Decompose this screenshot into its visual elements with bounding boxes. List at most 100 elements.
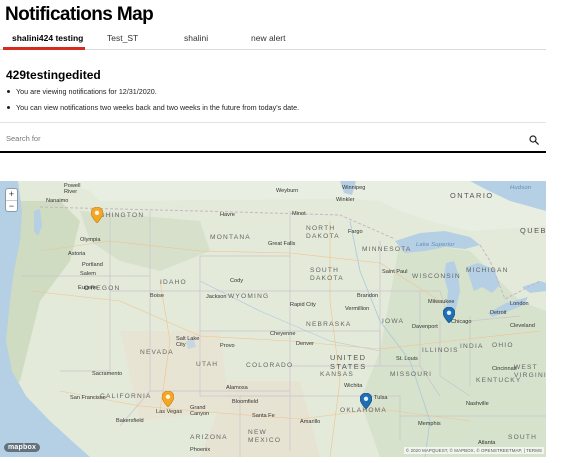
map-pin-las-vegas[interactable] <box>162 391 174 407</box>
info-item-date: You are viewing notifications for 12/31/… <box>6 87 299 96</box>
label-santa-fe: Santa Fe <box>252 413 275 419</box>
map-attribution[interactable]: © 2020 MAPQUEST, © MAPBOX, © OPENSTREETM… <box>403 447 544 454</box>
label-missouri: MISSOURI <box>390 371 433 378</box>
map-provider-logo: mapbox <box>4 443 41 452</box>
label-north-dakota: NORTH DAKOTA <box>306 225 340 240</box>
label-davenport: Davenport <box>412 324 438 330</box>
label-nebraska: NEBRASKA <box>306 321 352 328</box>
tab-bar: shalini424 testing Test_ST shalini new a… <box>0 30 546 50</box>
label-cincinnati: Cincinnati <box>492 366 517 372</box>
label-idaho: IDAHO <box>160 279 187 286</box>
label-astoria: Astoria <box>68 251 86 257</box>
section-heading: 429testingedited <box>6 68 101 82</box>
active-tab-indicator <box>3 47 85 50</box>
map-pin-seattle[interactable] <box>91 207 103 223</box>
search-input[interactable] <box>6 131 506 145</box>
label-provo: Provo <box>220 343 235 349</box>
label-nevada: NEVADA <box>140 349 174 356</box>
label-bakersfield: Bakersfield <box>116 418 144 424</box>
label-salem: Salem <box>80 271 96 277</box>
label-fargo: Fargo <box>348 229 363 235</box>
label-lake-superior: Lake Superior <box>416 242 455 248</box>
label-boise: Boise <box>150 293 164 299</box>
label-montana: MONTANA <box>210 234 251 241</box>
label-illinois: ILLINOIS <box>422 347 459 354</box>
label-indiana: INDIA <box>460 343 484 350</box>
label-las-vegas: Las Vegas <box>156 409 183 415</box>
label-wyoming: WYOMING <box>228 293 270 300</box>
label-arizona: ARIZONA <box>190 434 228 441</box>
label-ohio: OHIO <box>492 342 514 349</box>
label-united-states: UNITED STATES <box>330 353 367 371</box>
map-pin-chicago[interactable] <box>443 307 455 323</box>
label-west-virginia: WEST VIRGINIA <box>514 364 546 379</box>
label-st-louis: St. Louis <box>396 356 418 362</box>
tab-shalini424-testing[interactable]: shalini424 testing <box>12 33 83 43</box>
label-great-falls: Great Falls <box>268 241 296 247</box>
label-iowa: IOWA <box>382 318 405 325</box>
tab-shalini[interactable]: shalini <box>184 33 208 43</box>
label-new-mexico: NEW MEXICO <box>248 429 282 444</box>
label-minot: Minot <box>292 211 306 217</box>
label-hudson: Hudson <box>510 185 532 191</box>
label-cheyenne: Cheyenne <box>270 331 296 337</box>
label-winnipeg: Winnipeg <box>342 185 366 191</box>
zoom-controls: + − <box>6 189 17 211</box>
label-california: CALIFORNIA <box>100 393 152 400</box>
search-bar <box>0 122 546 153</box>
label-alamosa: Alamosa <box>226 385 248 391</box>
label-jackson: Jackson <box>206 294 227 300</box>
label-colorado: COLORADO <box>246 362 294 369</box>
label-detroit: Detroit <box>490 310 507 316</box>
label-nanaimo: Nanaimo <box>46 198 69 204</box>
label-quebec: QUEBEC <box>520 226 546 235</box>
label-weyburn: Weyburn <box>276 188 299 194</box>
label-ontario: ONTARIO <box>450 191 494 200</box>
label-denver: Denver <box>296 341 315 347</box>
label-london: London <box>510 301 529 307</box>
label-wichita: Wichita <box>344 383 363 389</box>
tab-new-alert[interactable]: new alert <box>251 33 286 43</box>
notifications-map[interactable]: ONTARIO QUEBEC MONTANA NORTH DAKOTA MINN… <box>0 181 546 457</box>
label-powell-river: Powell River <box>64 183 81 195</box>
label-cody: Cody <box>230 278 244 284</box>
label-sacramento: Sacramento <box>92 371 123 377</box>
label-minnesota: MINNESOTA <box>362 246 412 253</box>
label-atlanta: Atlanta <box>478 440 496 446</box>
page-title: Notifications Map <box>5 4 154 25</box>
label-eugene: Eugene <box>78 285 98 291</box>
map-pin-oklahoma[interactable] <box>360 393 372 409</box>
label-salt-lake-city: Salt Lake City <box>176 336 200 348</box>
label-utah: UTAH <box>196 361 219 368</box>
label-brandon: Brandon <box>357 293 379 299</box>
zoom-out-button[interactable]: − <box>6 200 17 211</box>
label-cleveland: Cleveland <box>510 323 535 329</box>
label-phoenix: Phoenix <box>190 447 211 453</box>
label-michigan: MICHIGAN <box>466 267 509 274</box>
label-amarillo: Amarillo <box>300 419 321 425</box>
label-bloomfield: Bloomfield <box>232 399 259 405</box>
label-south-dakota: SOUTH DAKOTA <box>310 267 344 282</box>
label-washington: SHINGTON <box>100 212 145 219</box>
label-vermillion: Vermillion <box>345 306 370 312</box>
label-kansas: KANSAS <box>320 371 354 378</box>
info-list: You are viewing notifications for 12/31/… <box>6 87 299 119</box>
label-milwaukee: Milwaukee <box>428 299 455 305</box>
search-icon[interactable] <box>529 135 539 145</box>
label-grand-canyon: Grand Canyon <box>190 405 210 417</box>
label-tulsa: Tulsa <box>374 395 388 401</box>
label-havre: Havre <box>220 212 235 218</box>
label-olympia: Olympia <box>80 237 101 243</box>
label-wisconsin: WISCONSIN <box>412 273 461 280</box>
tab-test-st[interactable]: Test_ST <box>107 33 138 43</box>
label-portland: Portland <box>82 262 103 268</box>
label-nashville: Nashville <box>466 401 489 407</box>
label-memphis: Memphis <box>418 421 441 427</box>
label-saint-paul: Saint Paul <box>382 269 408 275</box>
label-rapid-city: Rapid City <box>290 302 316 308</box>
zoom-in-button[interactable]: + <box>6 189 17 200</box>
label-san-francisco: San Francisco <box>70 395 106 401</box>
label-winkler: Winkler <box>336 197 355 203</box>
label-south-carolina: SOUTH <box>508 434 538 441</box>
info-item-range: You can view notifications two weeks bac… <box>6 103 299 112</box>
